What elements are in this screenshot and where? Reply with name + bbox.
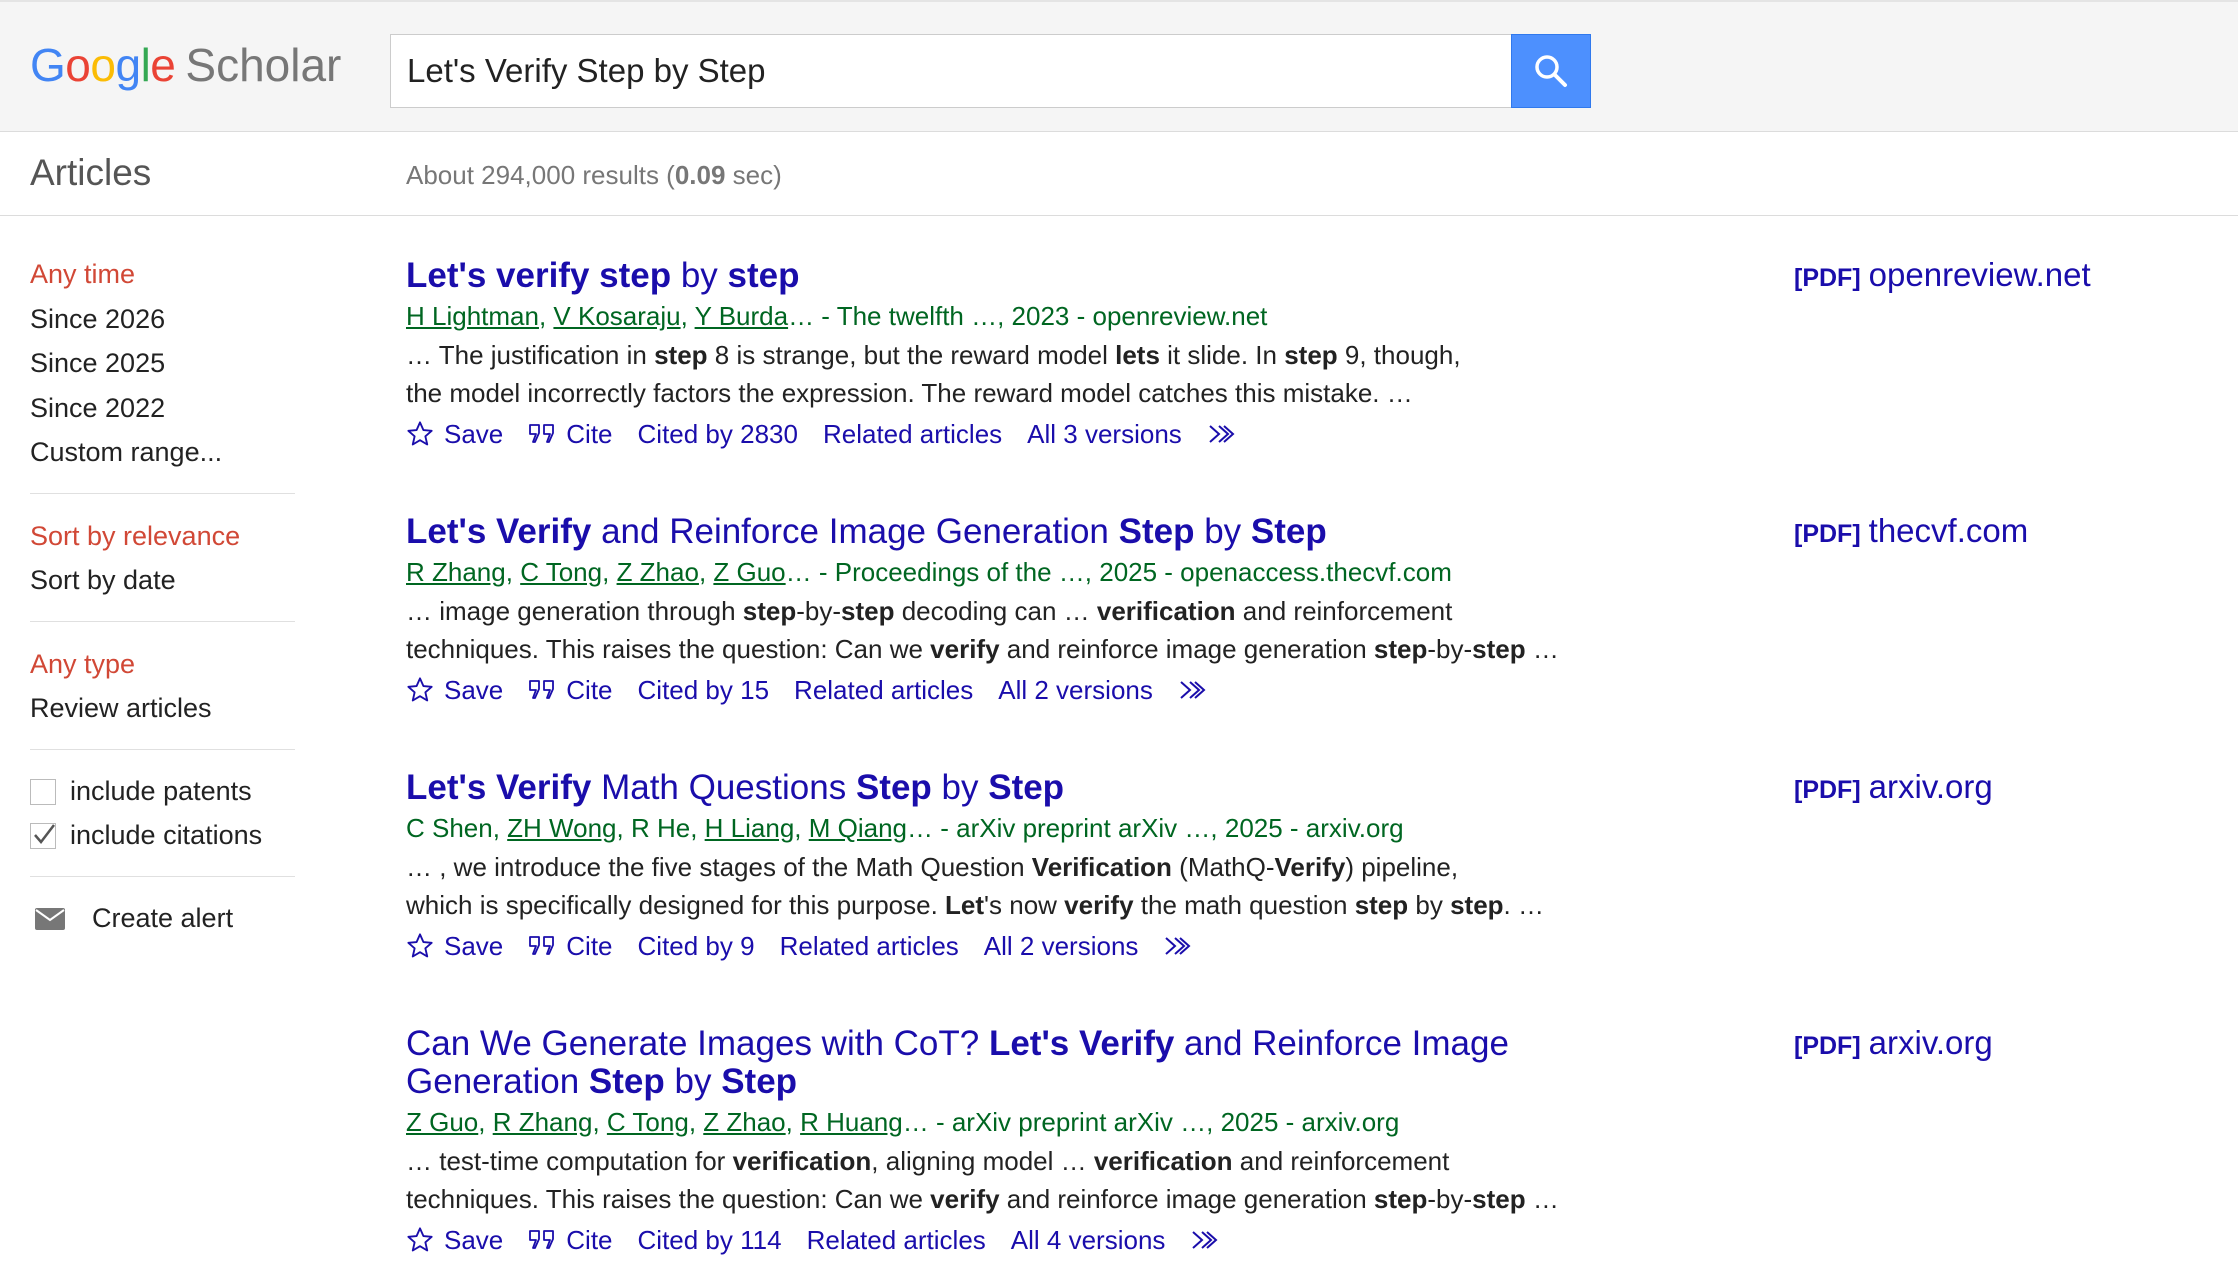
filter-sidebar: Any time Since 2026 Since 2025 Since 202… xyxy=(30,252,295,941)
star-icon xyxy=(407,1227,433,1252)
include-citations-checkbox[interactable] xyxy=(30,822,56,849)
result-authors: C Shen, ZH Wong, R He, H Liang, M Qiang…… xyxy=(406,813,1404,843)
sort-by-date[interactable]: Sort by date xyxy=(30,558,295,603)
save-button[interactable]: Save xyxy=(406,675,503,706)
result-item: Let's Verify Math Questions Step by Step… xyxy=(406,769,1586,966)
logo-product-name: Scholar xyxy=(185,39,342,91)
include-patents-checkbox[interactable] xyxy=(30,778,56,805)
include-patents-option[interactable]: include patents xyxy=(30,770,295,814)
results-count: About 294,000 results (0.09 sec) xyxy=(406,160,782,190)
save-button[interactable]: Save xyxy=(406,1225,503,1256)
result-actions: Save Cite Cited by 9 Related articles Al… xyxy=(406,926,1586,966)
result-authors: Z Guo, R Zhang, C Tong, Z Zhao, R Huang…… xyxy=(406,1107,1400,1137)
double-chevron-icon xyxy=(1165,937,1191,955)
result-snippet: … image generation through step-by-step … xyxy=(406,596,1559,664)
save-button[interactable]: Save xyxy=(406,419,503,450)
include-patents-label: include patents xyxy=(70,776,252,806)
star-icon xyxy=(407,933,433,958)
cite-button[interactable]: Cite xyxy=(528,1225,613,1256)
logo-letter: o xyxy=(65,39,91,91)
divider xyxy=(30,492,295,494)
double-chevron-icon xyxy=(1192,1231,1218,1249)
result-item: Let's verify step by step H Lightman, V … xyxy=(406,257,1586,454)
all-versions-link[interactable]: All 3 versions xyxy=(1027,419,1182,450)
section-title[interactable]: Articles xyxy=(30,152,151,194)
subheader-bar: Articles About 294,000 results (0.09 sec… xyxy=(0,132,2238,216)
cited-by-link[interactable]: Cited by 9 xyxy=(638,931,755,962)
logo-letter: G xyxy=(30,39,66,91)
cited-by-link[interactable]: Cited by 15 xyxy=(638,675,770,706)
header-bar: Google Scholar Let's Verify Step by Step xyxy=(0,0,2238,132)
result-authors: H Lightman, V Kosaraju, Y Burda… - The t… xyxy=(406,301,1268,331)
search-input[interactable]: Let's Verify Step by Step xyxy=(390,34,1512,108)
more-button[interactable] xyxy=(1178,678,1218,702)
search-icon xyxy=(1535,55,1567,87)
cited-by-link[interactable]: Cited by 114 xyxy=(638,1225,782,1256)
divider xyxy=(30,875,295,877)
logo-letter: o xyxy=(90,39,116,91)
result-actions: Save Cite Cited by 114 Related articles … xyxy=(406,1220,1586,1260)
create-alert-label: Create alert xyxy=(92,903,234,933)
related-articles-link[interactable]: Related articles xyxy=(780,931,959,962)
result-actions: Save Cite Cited by 15 Related articles A… xyxy=(406,670,1586,710)
filter-any-time[interactable]: Any time xyxy=(30,252,295,297)
cite-button[interactable]: Cite xyxy=(528,419,613,450)
logo-letter: g xyxy=(115,39,141,91)
include-citations-label: include citations xyxy=(70,820,263,850)
more-button[interactable] xyxy=(1163,934,1203,958)
double-chevron-icon xyxy=(1209,425,1235,443)
pdf-link[interactable]: [PDF] arxiv.org xyxy=(1794,1024,1993,1062)
quote-icon xyxy=(529,1230,555,1249)
related-articles-link[interactable]: Related articles xyxy=(823,419,1002,450)
cite-button[interactable]: Cite xyxy=(528,675,613,706)
sort-by-relevance[interactable]: Sort by relevance xyxy=(30,514,295,559)
result-snippet: … The justification in step 8 is strange… xyxy=(406,340,1461,408)
search-button[interactable] xyxy=(1511,34,1591,108)
divider xyxy=(30,748,295,750)
star-icon xyxy=(407,421,433,446)
create-alert-link[interactable]: Create alert xyxy=(30,897,295,941)
related-articles-link[interactable]: Related articles xyxy=(794,675,973,706)
double-chevron-icon xyxy=(1180,681,1206,699)
pdf-link[interactable]: [PDF] thecvf.com xyxy=(1794,512,2028,550)
pdf-link[interactable]: [PDF] openreview.net xyxy=(1794,256,2091,294)
result-title[interactable]: Can We Generate Images with CoT? Let's V… xyxy=(406,1025,1586,1101)
result-snippet: … test-time computation for verification… xyxy=(406,1146,1559,1214)
pdf-link[interactable]: [PDF] arxiv.org xyxy=(1794,768,1993,806)
quote-icon xyxy=(529,680,555,699)
checkmark-icon xyxy=(34,823,55,844)
result-item: Can We Generate Images with CoT? Let's V… xyxy=(406,1025,1586,1260)
star-icon xyxy=(407,677,433,702)
result-title[interactable]: Let's Verify Math Questions Step by Step xyxy=(406,769,1586,807)
result-authors: R Zhang, C Tong, Z Zhao, Z Guo… - Procee… xyxy=(406,557,1452,587)
divider xyxy=(30,620,295,622)
filter-custom-range[interactable]: Custom range... xyxy=(30,430,295,475)
all-versions-link[interactable]: All 2 versions xyxy=(984,931,1139,962)
result-item: Let's Verify and Reinforce Image Generat… xyxy=(406,513,1586,710)
filter-any-type[interactable]: Any type xyxy=(30,642,295,687)
more-button[interactable] xyxy=(1190,1228,1230,1252)
result-snippet: … , we introduce the five stages of the … xyxy=(406,852,1544,920)
envelope-icon xyxy=(35,907,65,930)
google-scholar-logo[interactable]: Google Scholar xyxy=(30,38,341,92)
filter-since-2026[interactable]: Since 2026 xyxy=(30,297,295,342)
result-actions: Save Cite Cited by 2830 Related articles… xyxy=(406,414,1586,454)
logo-letter: l xyxy=(140,39,151,91)
filter-since-2022[interactable]: Since 2022 xyxy=(30,386,295,431)
more-button[interactable] xyxy=(1207,422,1247,446)
cited-by-link[interactable]: Cited by 2830 xyxy=(638,419,798,450)
all-versions-link[interactable]: All 4 versions xyxy=(1011,1225,1166,1256)
all-versions-link[interactable]: All 2 versions xyxy=(998,675,1153,706)
related-articles-link[interactable]: Related articles xyxy=(807,1225,986,1256)
filter-since-2025[interactable]: Since 2025 xyxy=(30,341,295,386)
filter-review-articles[interactable]: Review articles xyxy=(30,686,295,731)
cite-button[interactable]: Cite xyxy=(528,931,613,962)
logo-letter: e xyxy=(150,39,176,91)
result-title[interactable]: Let's Verify and Reinforce Image Generat… xyxy=(406,513,1586,551)
quote-icon xyxy=(529,936,555,955)
save-button[interactable]: Save xyxy=(406,931,503,962)
quote-icon xyxy=(529,424,555,443)
result-title[interactable]: Let's verify step by step xyxy=(406,257,1586,295)
include-citations-option[interactable]: include citations xyxy=(30,814,295,858)
